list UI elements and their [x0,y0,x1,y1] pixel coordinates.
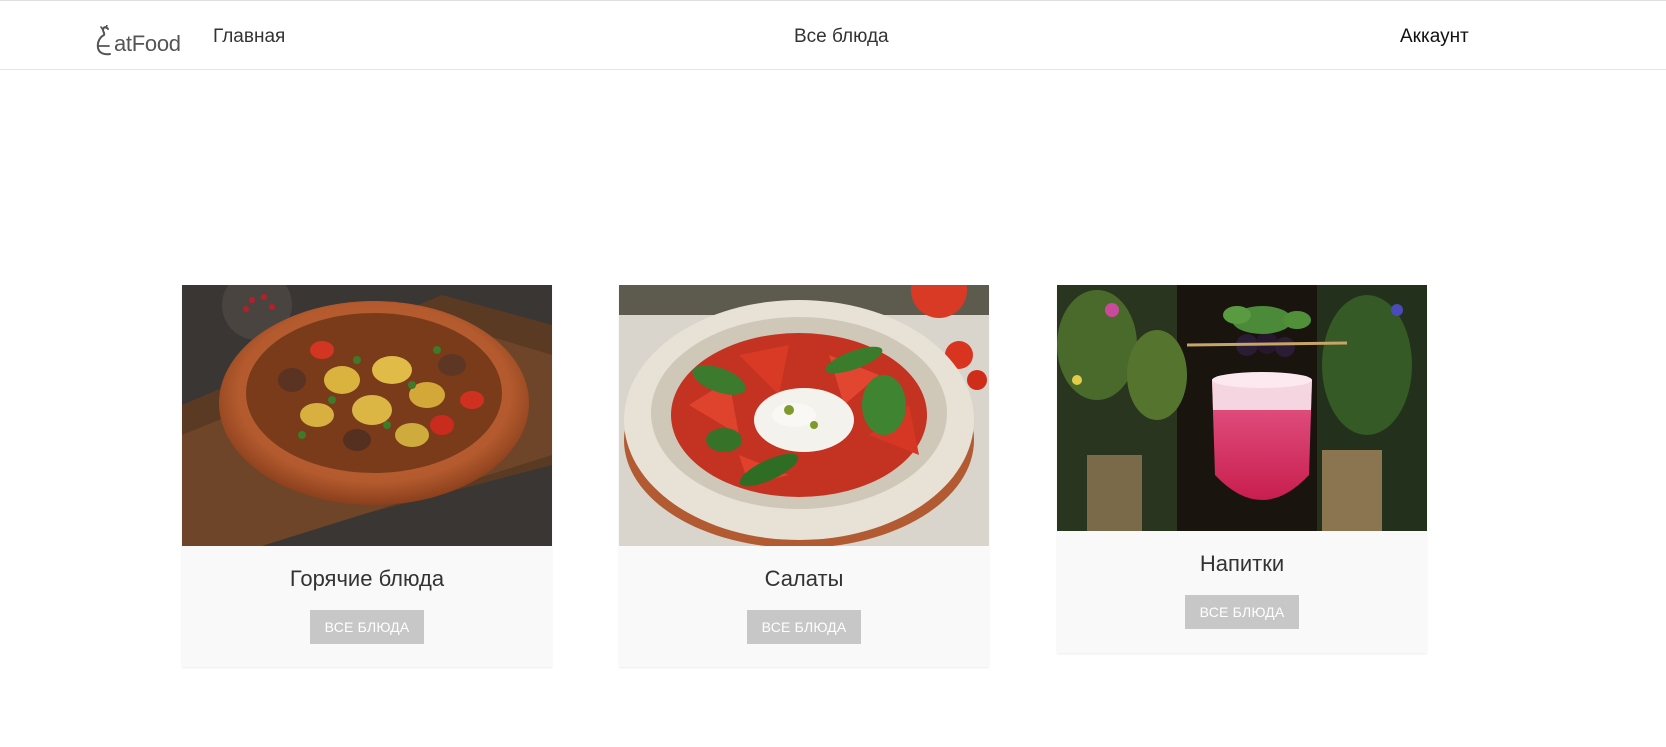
all-dishes-button[interactable]: ВСЕ БЛЮДА [309,610,425,644]
all-dishes-button[interactable]: ВСЕ БЛЮДА [1184,595,1300,629]
cat-logo-icon [96,25,111,56]
salads-image[interactable] [619,285,989,546]
category-card-drinks: Напитки ВСЕ БЛЮДА [1057,285,1427,653]
brand-logo[interactable]: atFood [94,23,181,57]
nav-account-link[interactable]: Аккаунт [1400,25,1469,49]
nav-all-dishes-link[interactable]: Все блюда [794,25,889,49]
brand-name: atFood [114,31,181,56]
card-title: Горячие блюда [289,566,445,591]
category-card-salads: Салаты ВСЕ БЛЮДА [619,285,989,667]
drinks-image[interactable] [1057,285,1427,531]
card-title: Салаты [764,566,844,591]
card-title: Напитки [1199,551,1285,576]
top-navbar: atFood Главная Все блюда Аккаунт [0,0,1666,70]
all-dishes-button[interactable]: ВСЕ БЛЮДА [746,610,862,644]
hot-dishes-image[interactable] [182,285,552,546]
nav-home-link[interactable]: Главная [213,25,285,49]
category-card-hot-dishes: Горячие блюда ВСЕ БЛЮДА [182,285,552,667]
